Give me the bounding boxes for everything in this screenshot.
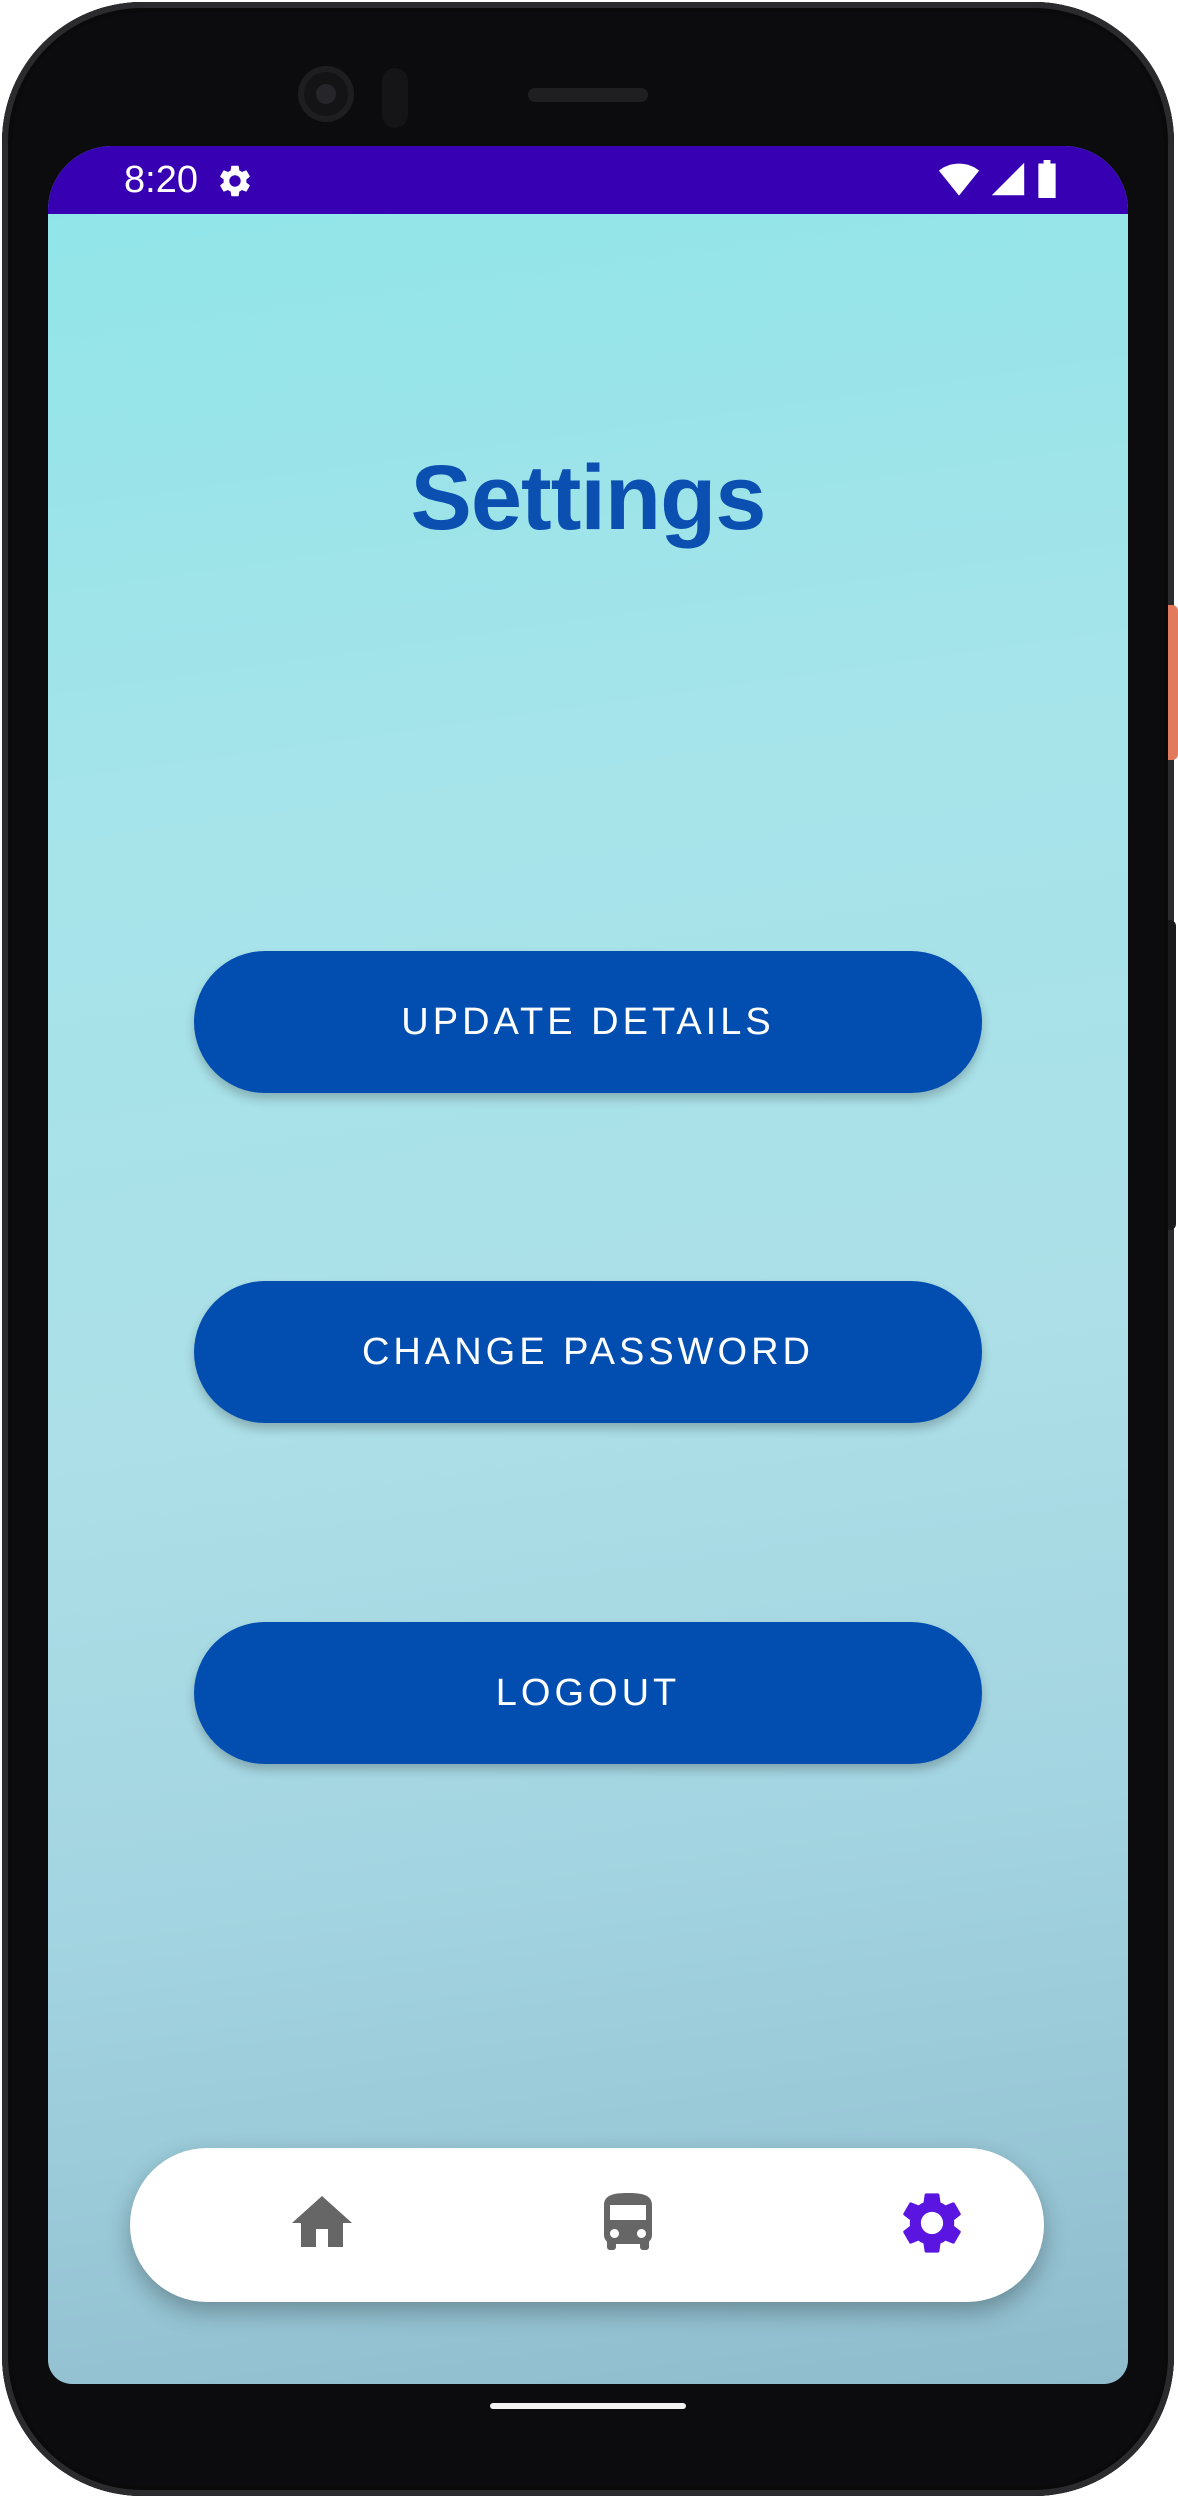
home-icon (286, 2187, 358, 2264)
update-details-button[interactable]: UPDATE DETAILS (194, 951, 982, 1093)
bus-icon (592, 2187, 664, 2264)
nav-item-bus[interactable] (588, 2185, 668, 2265)
home-indicator[interactable] (490, 2403, 686, 2409)
wifi-icon (938, 161, 980, 202)
settings-icon (216, 162, 254, 200)
settings-icon (895, 2186, 969, 2265)
battery-icon (1036, 160, 1058, 203)
app-screen: 8:20 Settings UPDATE DETAILS CHANGE PASS… (48, 146, 1128, 2384)
volume-button (1168, 920, 1176, 1230)
status-time: 8:20 (124, 159, 198, 201)
status-bar: 8:20 (48, 146, 1128, 214)
power-button (1168, 605, 1178, 760)
cell-signal-icon (990, 161, 1026, 202)
front-camera (298, 66, 354, 122)
bottom-navigation (130, 2148, 1044, 2302)
earpiece-speaker (528, 88, 648, 102)
status-icons (938, 160, 1058, 203)
proximity-sensor (382, 68, 408, 128)
page-title: Settings (410, 447, 767, 549)
phone-frame: 8:20 Settings UPDATE DETAILS CHANGE PASS… (2, 2, 1174, 2496)
logout-button[interactable]: LOGOUT (194, 1622, 982, 1764)
nav-item-settings[interactable] (892, 2185, 972, 2265)
change-password-button[interactable]: CHANGE PASSWORD (194, 1281, 982, 1423)
nav-item-home[interactable] (282, 2185, 362, 2265)
